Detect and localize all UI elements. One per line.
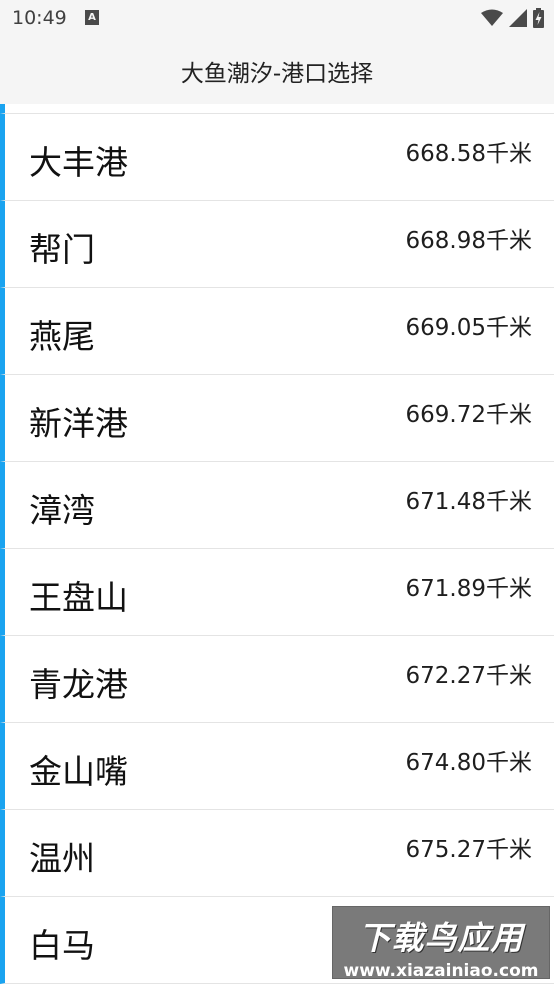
list-item[interactable]: 青龙港 672.27千米 [0,636,554,723]
list-item[interactable]: 金山嘴 674.80千米 [0,723,554,810]
port-name: 新洋港 [29,404,128,443]
signal-icon [509,9,527,27]
list-item[interactable]: 燕尾 669.05千米 [0,288,554,375]
port-name: 青龙港 [29,665,128,704]
list-item[interactable]: 帮门 668.98千米 [0,201,554,288]
port-name: 燕尾 [29,317,95,356]
port-name: 金山嘴 [29,752,128,791]
port-distance: 671.48千米 [405,489,532,515]
list-item-partial[interactable] [0,104,554,114]
port-distance: 675.27千米 [405,837,532,863]
port-distance: 672.27千米 [405,663,532,689]
status-icons [481,8,544,28]
port-distance: 668.58千米 [405,141,532,167]
app-bar: 大鱼潮汐-港口选择 [0,38,554,104]
wifi-icon [481,9,503,26]
port-name: 王盘山 [29,578,128,617]
port-list[interactable]: 大丰港 668.58千米 帮门 668.98千米 燕尾 669.05千米 新洋港… [0,104,554,984]
watermark-url: www.xiazainiao.com [343,961,539,981]
port-distance: 674.80千米 [405,750,532,776]
list-item[interactable]: 漳湾 671.48千米 [0,462,554,549]
port-name: 温州 [29,839,95,878]
port-name: 漳湾 [29,491,95,530]
list-item[interactable]: 新洋港 669.72千米 [0,375,554,462]
list-item[interactable]: 大丰港 668.58千米 [0,114,554,201]
port-name: 帮门 [29,230,95,269]
port-name: 大丰港 [29,143,128,182]
list-item[interactable]: 温州 675.27千米 [0,810,554,897]
battery-charging-icon [533,8,544,28]
port-distance: 669.05千米 [405,315,532,341]
port-name: 白马 [29,926,95,965]
watermark: 下载鸟应用 www.xiazainiao.com [332,906,550,981]
port-distance: 671.89千米 [405,576,532,602]
port-distance: 668.98千米 [405,228,532,254]
notification-a-icon: A [85,10,99,25]
status-time: 10:49 [12,7,67,29]
status-bar: 10:49 A [0,0,554,38]
watermark-title: 下载鸟应用 [358,919,524,957]
list-item[interactable]: 王盘山 671.89千米 [0,549,554,636]
port-distance: 669.72千米 [405,402,532,428]
page-title: 大鱼潮汐-港口选择 [180,61,374,87]
